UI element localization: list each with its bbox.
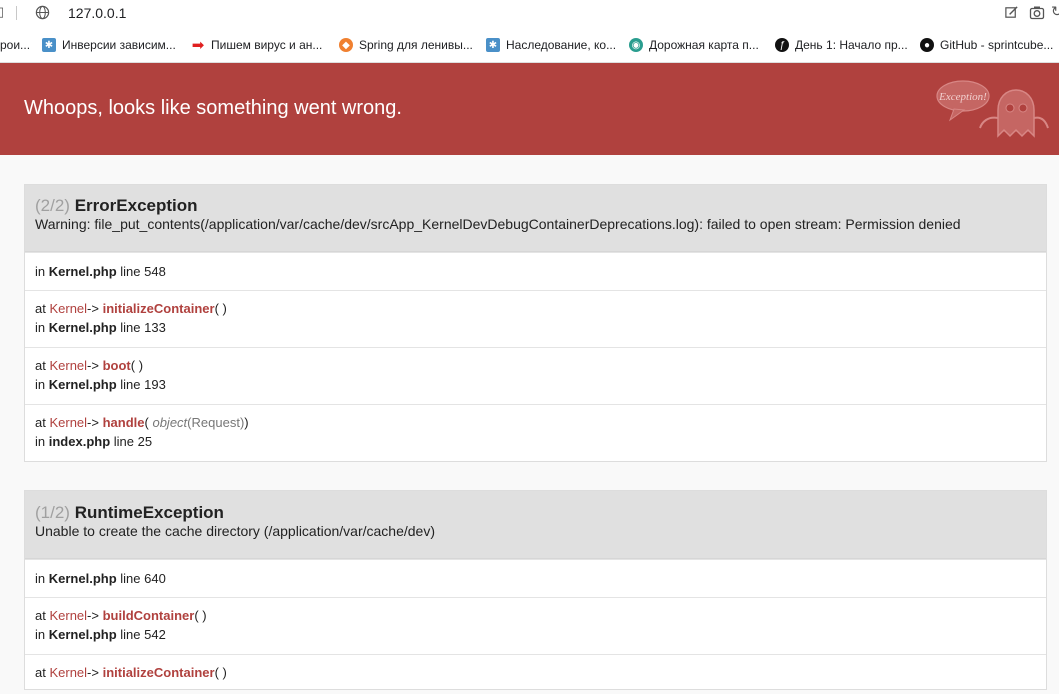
trace-file: Kernel.php xyxy=(48,571,117,586)
exception-message: Warning: file_put_contents(/application/… xyxy=(35,216,961,232)
bookmarks-bar: рои... ✱ Инверсии зависим... ➡ Пишем вир… xyxy=(0,27,1059,63)
trace-function: buildContainer xyxy=(102,608,195,623)
bookmark-label: рои... xyxy=(0,38,31,52)
trace-line: 133 xyxy=(144,320,166,335)
bookmark-item[interactable]: ● GitHub - sprintcube... xyxy=(920,36,1053,54)
url-field[interactable]: 127.0.0.1 xyxy=(68,5,126,21)
mascot-text: Exception! xyxy=(938,91,987,103)
exception-ghost-icon: Exception! xyxy=(936,80,1049,138)
exception-block: (2/2) ErrorException Warning: file_put_c… xyxy=(24,184,1047,462)
exception-count: (1/2) xyxy=(35,503,70,522)
trace-class[interactable]: Kernel xyxy=(49,608,87,623)
trace-function: initializeContainer xyxy=(102,665,215,680)
bookmark-label: GitHub - sprintcube... xyxy=(940,38,1054,52)
trace-row: in Kernel.php line 640 xyxy=(25,559,1046,597)
bookmark-item[interactable]: ◉ Дорожная карта п... xyxy=(629,36,759,54)
tab-strip-icon[interactable]: ▯ xyxy=(0,4,4,20)
shield-icon: ◆ xyxy=(339,38,353,52)
exception-class: RuntimeException xyxy=(74,503,224,522)
trace-file: Kernel.php xyxy=(48,320,117,335)
trace-class[interactable]: Kernel xyxy=(49,665,87,680)
trace-function: initializeContainer xyxy=(102,301,215,316)
trace-class[interactable]: Kernel xyxy=(49,415,87,430)
bookmark-label: Spring для ленивы... xyxy=(359,38,473,52)
bookmark-item[interactable]: ✱ Инверсии зависим... xyxy=(42,36,176,54)
refresh-icon[interactable]: ↻ xyxy=(1051,3,1059,20)
bookmark-label: Пишем вирус и ан... xyxy=(211,38,323,52)
trace-file: index.php xyxy=(48,434,111,449)
trace-line: 548 xyxy=(144,264,166,279)
bookmark-label: Дорожная карта п... xyxy=(649,38,759,52)
globe-icon: ◉ xyxy=(629,38,643,52)
trace-function: handle xyxy=(102,415,145,430)
trace-line: 25 xyxy=(137,434,153,449)
bookmark-item[interactable]: ➡ Пишем вирус и ан... xyxy=(191,36,323,54)
exception-count: (2/2) xyxy=(35,196,70,215)
trace-row: at Kernel-> buildContainer( ) in Kernel.… xyxy=(25,597,1046,654)
bookmark-item[interactable]: ◆ Spring для ленивы... xyxy=(339,36,473,54)
exception-title: (2/2) ErrorException xyxy=(35,185,1036,215)
bookmark-item[interactable]: ✱ Наследование, ко... xyxy=(486,36,616,54)
exception-class: ErrorException xyxy=(74,196,198,215)
error-header: Whoops, looks like something went wrong. xyxy=(0,63,1059,155)
trace-line: 193 xyxy=(144,377,166,392)
page-title: Whoops, looks like something went wrong. xyxy=(24,97,402,119)
trace-function: boot xyxy=(102,358,131,373)
bookmark-label: Инверсии зависим... xyxy=(62,38,176,52)
trace-file: Kernel.php xyxy=(48,627,117,642)
github-icon: ● xyxy=(920,38,934,52)
bookmark-item[interactable]: рои... xyxy=(0,36,30,54)
symfony-icon: ƒ xyxy=(775,38,789,52)
bookmark-label: День 1: Начало пр... xyxy=(795,38,908,52)
bookmark-label: Наследование, ко... xyxy=(506,38,617,52)
trace-row: at Kernel-> initializeContainer( ) in Ke… xyxy=(25,290,1046,347)
gear-icon: ✱ xyxy=(42,38,56,52)
trace-row: at Kernel-> handle( object(Request)) in … xyxy=(25,404,1046,461)
toolbar-divider xyxy=(16,6,17,20)
exception-header: (2/2) ErrorException Warning: file_put_c… xyxy=(25,185,1046,252)
camera-icon[interactable] xyxy=(1029,5,1045,20)
trace-file: Kernel.php xyxy=(48,377,117,392)
trace-row: at Kernel-> initializeContainer( ) xyxy=(25,654,1046,694)
trace-row: at Kernel-> boot( ) in Kernel.php line 1… xyxy=(25,347,1046,404)
trace-arg-class[interactable]: Request xyxy=(192,415,240,430)
exception-message: Unable to create the cache directory (/a… xyxy=(35,523,435,539)
trace-line: 640 xyxy=(144,571,166,586)
exception-block: (1/2) RuntimeException Unable to create … xyxy=(24,490,1047,690)
globe-icon[interactable] xyxy=(35,5,50,20)
trace-file: Kernel.php xyxy=(48,264,117,279)
exception-title: (1/2) RuntimeException xyxy=(35,491,1036,522)
bookmark-item[interactable]: ƒ День 1: Начало пр... xyxy=(775,36,908,54)
browser-address-bar: ▯ 127.0.0.1 ↻ xyxy=(0,0,1059,27)
gear-icon: ✱ xyxy=(486,38,500,52)
trace-class[interactable]: Kernel xyxy=(49,358,87,373)
trace-line: 542 xyxy=(144,627,166,642)
exception-header: (1/2) RuntimeException Unable to create … xyxy=(25,491,1046,559)
arrow-right-icon: ➡ xyxy=(191,37,205,54)
trace-row: in Kernel.php line 548 xyxy=(25,252,1046,290)
trace-class[interactable]: Kernel xyxy=(49,301,87,316)
edit-icon[interactable] xyxy=(1004,5,1019,20)
